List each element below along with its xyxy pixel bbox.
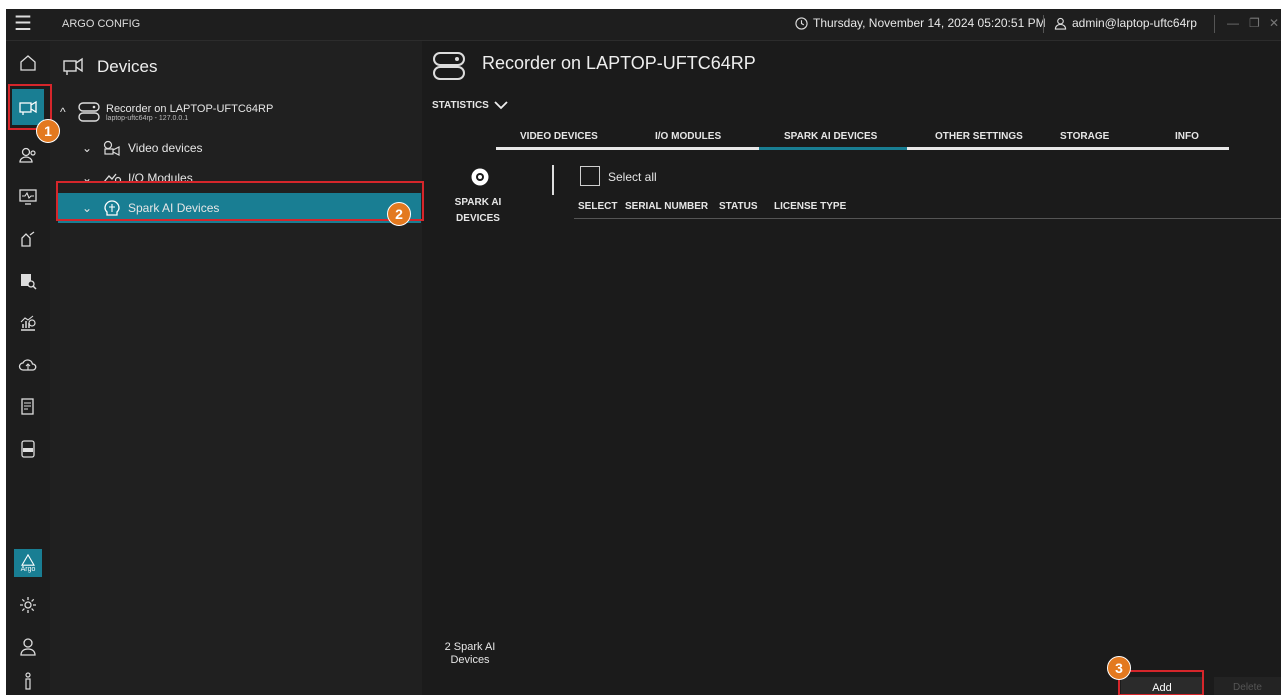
server-icon (78, 102, 100, 122)
argo-logo-text: Argo (20, 565, 36, 573)
main-panel: Recorder on LAPTOP-UFTC64RP STATISTICS V… (422, 41, 1281, 695)
server-icon (433, 52, 465, 80)
camera-icon (103, 140, 120, 156)
chevron-down-icon (494, 101, 508, 110)
users-icon[interactable] (14, 141, 42, 169)
tree-title: Devices (97, 57, 158, 76)
chevron-down-icon[interactable]: ⌄ (82, 141, 98, 155)
user-menu[interactable]: admin@laptop-uftc64rp (1054, 16, 1197, 30)
log-icon[interactable] (14, 435, 42, 463)
active-tab-indicator (759, 147, 907, 150)
tab-info[interactable]: INFO (1175, 131, 1199, 142)
recorder-label: Recorder on LAPTOP-UFTC64RP (106, 102, 274, 115)
spark-ai-devices-side-label: SPARK AI DEVICES (448, 195, 508, 227)
tree-node-video-devices[interactable]: ⌄ Video devices (82, 138, 203, 158)
step-badge-2: 2 (387, 202, 411, 226)
report-icon[interactable] (14, 393, 42, 421)
delete-button[interactable]: Delete (1214, 677, 1281, 695)
select-all-label[interactable]: Select all (608, 170, 657, 184)
side-label-line-2: DEVICES (456, 213, 500, 224)
vertical-divider (552, 165, 554, 195)
analytics-icon[interactable] (14, 309, 42, 337)
tree-node-recorder[interactable]: ^ Recorder on LAPTOP-UFTC64RP laptop-uft… (60, 97, 273, 127)
clock: Thursday, November 14, 2024 05:20:51 PM (795, 16, 1046, 30)
datetime-text: Thursday, November 14, 2024 05:20:51 PM (813, 16, 1046, 30)
tab-io-modules[interactable]: I/O MODULES (655, 131, 721, 142)
divider (1214, 15, 1215, 33)
recorder-address: laptop-uftc64rp - 127.0.0.1 (106, 114, 189, 122)
home-icon[interactable] (14, 49, 42, 77)
tab-spark-ai-devices[interactable]: SPARK AI DEVICES (784, 131, 877, 142)
column-header-license-type: LICENSE TYPE (774, 201, 847, 212)
highlight-box-2 (56, 181, 424, 221)
devices-header-icon (63, 57, 83, 75)
search-icon[interactable] (14, 267, 42, 295)
minimize-icon[interactable]: — (1227, 16, 1239, 30)
video-devices-label: Video devices (128, 141, 203, 155)
monitor-icon[interactable] (14, 183, 42, 211)
device-count: 2 Spark AI Devices (440, 641, 500, 667)
divider (1043, 15, 1044, 33)
user-name: admin@laptop-uftc64rp (1072, 16, 1197, 30)
app-title: ARGO CONFIG (62, 18, 141, 30)
user-icon (1054, 17, 1067, 30)
page-title: Recorder on LAPTOP-UFTC64RP (482, 53, 756, 73)
close-icon[interactable]: ✕ (1269, 16, 1279, 30)
spark-ai-device-icon (471, 168, 489, 186)
step-badge-1: 1 (36, 119, 60, 143)
highlight-box-3 (1118, 670, 1204, 695)
column-header-select: SELECT (578, 201, 618, 212)
rules-icon[interactable] (14, 225, 42, 253)
cloud-icon[interactable] (14, 351, 42, 379)
profile-icon[interactable] (14, 633, 42, 661)
side-label-line-1: SPARK AI (454, 197, 502, 208)
info-icon[interactable] (14, 667, 42, 695)
argo-logo[interactable]: Argo (14, 549, 42, 577)
clock-icon (795, 16, 808, 30)
statistics-toggle[interactable]: STATISTICS (432, 100, 508, 111)
tab-video-devices[interactable]: VIDEO DEVICES (520, 131, 598, 142)
chevron-up-icon[interactable]: ^ (60, 105, 76, 119)
table-header-divider (574, 218, 1281, 219)
device-count-line-2: Devices (450, 654, 490, 666)
tab-other-settings[interactable]: OTHER SETTINGS (935, 131, 1023, 142)
restore-icon[interactable]: ❐ (1249, 16, 1260, 30)
column-header-serial-number: SERIAL NUMBER (625, 201, 709, 212)
tree-header: Devices (50, 51, 422, 81)
device-tree-panel: Devices ^ Recorder on LAPTOP-UFTC64RP la… (50, 41, 422, 695)
select-all-checkbox[interactable] (580, 166, 600, 186)
column-header-status: STATUS (719, 201, 758, 212)
title-bar: ☰ ARGO CONFIG Thursday, November 14, 202… (6, 9, 1281, 41)
app-window: ☰ ARGO CONFIG Thursday, November 14, 202… (6, 9, 1281, 695)
settings-icon[interactable] (14, 591, 42, 619)
device-count-line-1: 2 Spark AI (444, 641, 496, 653)
step-badge-3: 3 (1107, 656, 1131, 680)
tab-storage[interactable]: STORAGE (1060, 131, 1109, 142)
hamburger-menu-icon[interactable]: ☰ (12, 14, 34, 34)
statistics-label: STATISTICS (432, 100, 489, 111)
